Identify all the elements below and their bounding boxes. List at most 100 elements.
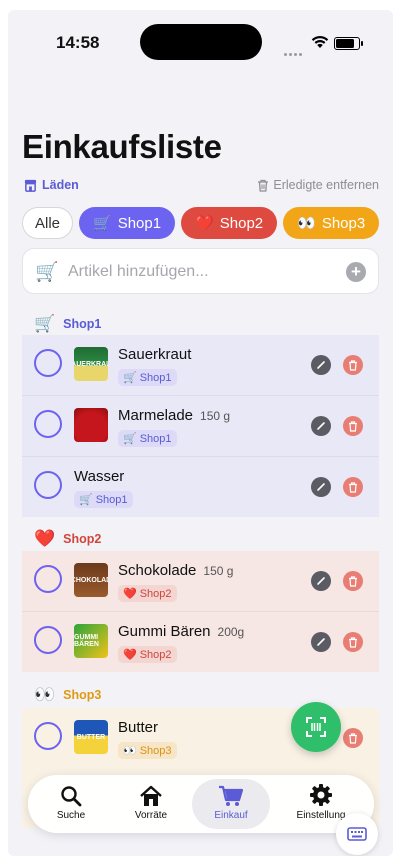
filter-chip-label: Shop1 — [117, 214, 162, 232]
item-qty: 150 g — [203, 564, 234, 578]
section-header-shop3: 👀 Shop3 — [34, 685, 101, 705]
clear-done-button[interactable]: Erledigte entfernen — [257, 178, 379, 192]
clear-done-label: Erledigte entfernen — [273, 178, 379, 192]
filter-chip-label: Shop3 — [321, 214, 366, 232]
eyes-emoji-icon: 👀 — [34, 685, 56, 704]
heart-emoji-icon: ❤️ — [34, 529, 56, 548]
shop-tag-label: Shop1 — [139, 432, 172, 445]
shop-tag: ❤️ Shop2 — [118, 585, 177, 602]
shop-tag-label: Shop2 — [139, 587, 172, 600]
delete-button[interactable] — [343, 477, 363, 497]
list-item[interactable]: Wasser 🛒 Shop1 — [22, 457, 379, 517]
shop-tag-label: Shop1 — [139, 371, 172, 384]
filter-chip-label: Alle — [35, 214, 61, 232]
shop-tag: 🛒 Shop1 — [118, 430, 177, 447]
edit-button[interactable] — [311, 571, 331, 591]
pencil-icon — [317, 577, 325, 585]
tab-search[interactable]: Suche — [32, 779, 110, 829]
item-name: Schokolade — [118, 562, 197, 579]
battery-icon — [334, 37, 363, 50]
shop-filter-chips: Alle 🛒 Shop1 ❤️ Shop2 👀 Shop3 — [22, 207, 380, 239]
add-item-plus-icon[interactable]: + — [346, 262, 366, 282]
eyes-emoji-icon: 👀 — [123, 745, 137, 757]
tab-label: Einkauf — [214, 810, 248, 821]
tab-einkauf[interactable]: Einkauf — [192, 779, 270, 829]
edit-button[interactable] — [311, 416, 331, 436]
pencil-icon — [317, 638, 325, 646]
shop-tag: 🛒 Shop1 — [74, 491, 133, 508]
item-name: Sauerkraut — [118, 346, 192, 363]
keyboard-button[interactable] — [336, 813, 378, 855]
add-item-field[interactable]: 🛒 Artikel hinzufügen... + — [22, 248, 379, 294]
sauerkraut-image: SAUERKRAUT — [74, 347, 108, 381]
heart-emoji-icon: ❤️ — [123, 649, 137, 661]
trash-icon — [349, 636, 357, 648]
check-circle[interactable] — [34, 349, 62, 377]
butter-image: BUTTER — [74, 720, 108, 754]
delete-button[interactable] — [343, 728, 363, 748]
cart-icon: 🛒 — [35, 262, 59, 283]
check-circle[interactable] — [34, 626, 62, 654]
check-circle[interactable] — [34, 722, 62, 750]
shop-tag-label: Shop2 — [139, 648, 172, 661]
filter-chip-shop3[interactable]: 👀 Shop3 — [283, 207, 380, 239]
shops-link-label: Läden — [42, 178, 79, 192]
delete-button[interactable] — [343, 416, 363, 436]
trash-icon — [349, 359, 357, 371]
barcode-scan-icon — [306, 717, 326, 737]
signal-dots-icon — [284, 43, 304, 56]
tab-label: Vorräte — [134, 810, 168, 821]
list-item[interactable]: GUMMI BÄREN Gummi Bären 200g ❤️ Shop2 — [22, 612, 379, 672]
delete-button[interactable] — [343, 355, 363, 375]
edit-button[interactable] — [311, 355, 331, 375]
filter-chip-all[interactable]: Alle — [22, 207, 74, 239]
page-title: Einkaufsliste — [22, 128, 222, 165]
edit-button[interactable] — [311, 632, 331, 652]
shop2-item-list: SCHOKOLADE Schokolade150 g ❤️Shop2 GUMMI… — [22, 551, 379, 672]
check-circle[interactable] — [34, 565, 62, 593]
tab-label: Suche — [56, 810, 86, 821]
schokolade-image: SCHOKOLADE — [74, 563, 108, 597]
trash-icon — [258, 179, 269, 192]
wifi-icon — [311, 36, 329, 48]
trash-icon — [349, 420, 357, 432]
check-circle[interactable] — [34, 410, 62, 438]
shop-tag: 👀 Shop3 — [118, 742, 177, 759]
list-item[interactable]: SAUERKRAUT Sauerkraut 🛒Shop1 — [22, 335, 379, 396]
edit-button[interactable] — [311, 477, 331, 497]
eyes-emoji-icon: 👀 — [297, 215, 316, 232]
barcode-scan-button[interactable] — [291, 702, 341, 752]
cart-emoji-icon: 🛒 — [79, 494, 93, 506]
status-time: 14:58 — [56, 33, 100, 52]
cart-emoji-icon: 🛒 — [123, 372, 137, 384]
delete-button[interactable] — [343, 632, 363, 652]
heart-emoji-icon: ❤️ — [195, 215, 214, 232]
list-item[interactable]: SCHOKOLADE Schokolade 150 g ❤️Shop2 — [22, 551, 379, 612]
section-header-shop2: ❤️ Shop2 — [34, 529, 101, 549]
cart-emoji-icon: 🛒 — [93, 215, 112, 232]
cart-emoji-icon: 🛒 — [123, 433, 137, 445]
item-qty: 150 g — [200, 409, 231, 423]
item-name: Gummi Bären — [118, 623, 211, 640]
check-circle[interactable] — [34, 471, 62, 499]
delete-button[interactable] — [343, 571, 363, 591]
phone-screen: 14:58 Einkaufsliste Läden Erledigte entf… — [8, 10, 393, 856]
pencil-icon — [317, 483, 325, 491]
item-name: Butter — [118, 719, 159, 736]
house-icon — [140, 785, 162, 806]
item-qty: 200g — [217, 625, 245, 639]
list-item[interactable]: Marmelade 150 g 🛒 Shop1 — [22, 396, 379, 457]
gummi-baeren-image: GUMMI BÄREN — [74, 624, 108, 658]
filter-chip-shop1[interactable]: 🛒 Shop1 — [79, 207, 176, 239]
tab-vorraete[interactable]: Vorräte — [112, 779, 190, 829]
cart-icon — [219, 785, 244, 806]
marmelade-image — [74, 408, 108, 442]
pencil-icon — [317, 422, 325, 430]
status-bar: 14:58 — [8, 10, 393, 70]
tab-bar: Suche Vorräte Einkauf Einstellung — [28, 775, 374, 833]
filter-chip-shop2[interactable]: ❤️ Shop2 — [181, 207, 278, 239]
trash-icon — [349, 575, 357, 587]
shop-tag: ❤️ Shop2 — [118, 646, 177, 663]
section-title: Shop2 — [63, 532, 102, 546]
shops-link[interactable]: Läden — [24, 178, 79, 192]
